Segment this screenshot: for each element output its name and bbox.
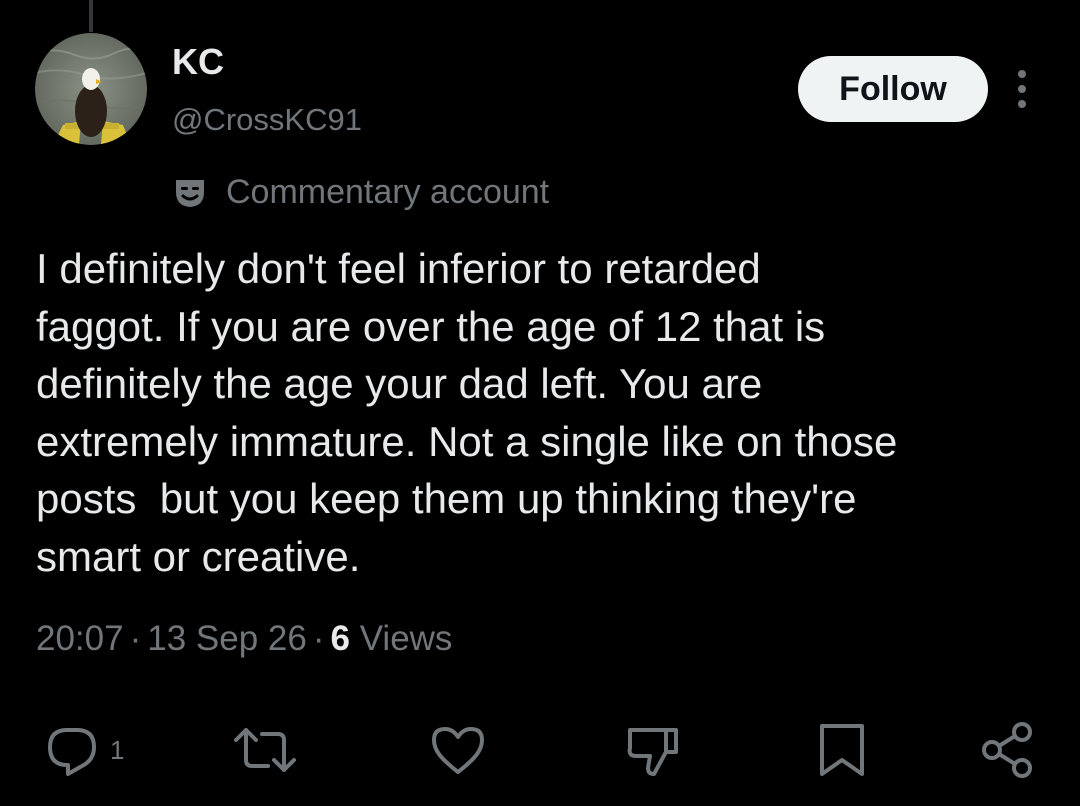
tweet-date[interactable]: 13 Sep 26 bbox=[147, 619, 307, 658]
commentary-text: Commentary account bbox=[226, 172, 550, 211]
tweet-time[interactable]: 20:07 bbox=[36, 619, 124, 658]
dislike-button[interactable] bbox=[622, 720, 682, 780]
tweet-metadata: 20:07 · 13 Sep 26 · 6 Views bbox=[36, 614, 452, 664]
bald-eagle-avatar-image bbox=[35, 33, 147, 145]
views-count: 6 bbox=[330, 619, 350, 658]
reply-count: 1 bbox=[110, 734, 125, 765]
repost-button[interactable] bbox=[230, 720, 300, 780]
share-icon bbox=[982, 722, 1032, 778]
avatar[interactable] bbox=[35, 33, 147, 145]
bookmark-button[interactable] bbox=[814, 720, 870, 780]
tweet-detail: KC @CrossKC91 Follow Commentary account … bbox=[0, 0, 1080, 806]
thread-connector-line bbox=[89, 0, 93, 32]
share-button[interactable] bbox=[978, 720, 1038, 780]
like-button[interactable] bbox=[428, 720, 488, 780]
more-vertical-icon[interactable] bbox=[1010, 68, 1034, 110]
bookmark-icon bbox=[820, 724, 864, 776]
follow-button[interactable]: Follow bbox=[798, 56, 988, 122]
tweet-action-bar: 1 bbox=[0, 710, 1080, 790]
separator-dot: · bbox=[129, 619, 142, 658]
views-label: Views bbox=[359, 619, 453, 658]
reply-button[interactable]: 1 bbox=[42, 720, 124, 780]
commentary-account-label: Commentary account bbox=[172, 170, 549, 214]
repost-icon bbox=[234, 728, 296, 772]
thumbs-down-icon bbox=[627, 728, 678, 776]
tweet-text: I definitely don't feel inferior to reta… bbox=[36, 245, 898, 580]
reply-icon bbox=[48, 728, 96, 776]
theater-masks-icon bbox=[176, 180, 204, 207]
display-name[interactable]: KC bbox=[172, 40, 224, 84]
user-handle[interactable]: @CrossKC91 bbox=[172, 100, 362, 140]
separator-dot: · bbox=[312, 619, 325, 658]
heart-icon bbox=[432, 727, 484, 774]
